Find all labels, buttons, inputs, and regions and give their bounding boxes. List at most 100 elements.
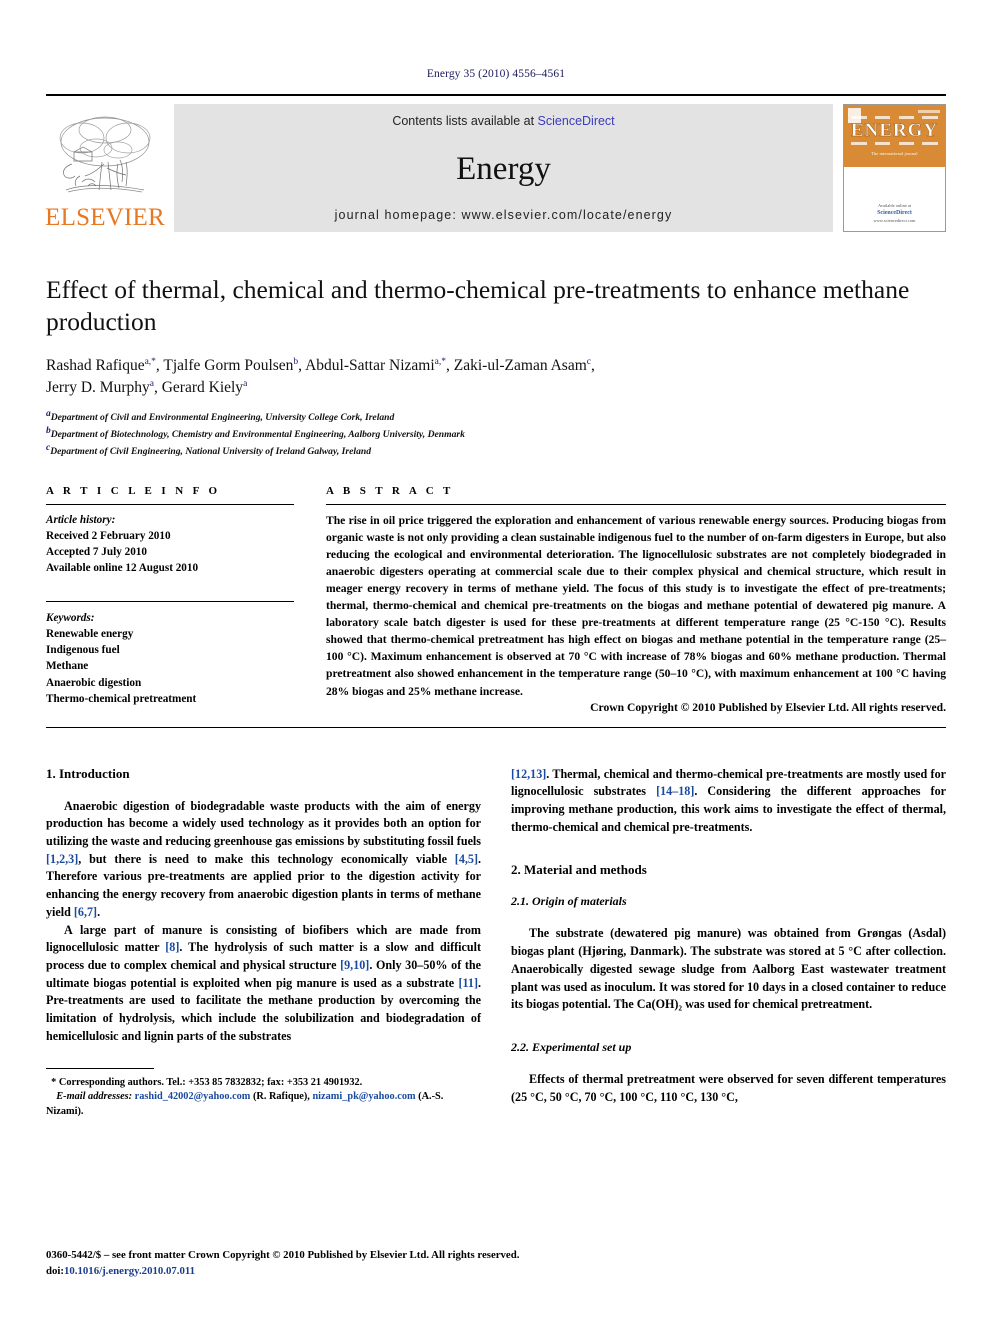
running-head: Energy 35 (2010) 4556–4561 [426,68,566,80]
citation-ref[interactable]: [1,2,3] [46,852,78,866]
affiliation-b: bDepartment of Biotechnology, Chemistry … [46,425,946,442]
cover-body: Available online at ScienceDirect www.sc… [844,167,945,231]
email-link-2[interactable]: nizami_pk@yahoo.com [312,1091,415,1102]
abstract-heading: A B S T R A C T [326,484,454,497]
elsevier-tree-icon [59,116,151,193]
history-online: Available online 12 August 2010 [46,562,199,575]
keywords-label: Keywords: [46,611,95,624]
author-name: Abdul-Sattar Nizami [305,357,435,375]
intro-paragraph-2: A large part of manure is consisting of … [46,922,481,1046]
abstract-column: A B S T R A C T The rise in oil price tr… [326,485,946,714]
corresponding-author-note: * Corresponding authors. Tel.: +353 85 7… [46,1076,481,1091]
paper-title: Effect of thermal, chemical and thermo-c… [46,275,910,337]
author-affiliation-marker: a [243,379,248,390]
author-name: Tjalfe Gorm Poulsen [163,357,294,375]
divider [46,503,294,505]
divider [326,503,946,505]
footnote-star: * [51,1076,57,1088]
text-run: Anaerobic digestion of biodegradable was… [46,798,481,849]
citation-ref[interactable]: [6,7] [74,905,97,919]
author-name: Rashad Rafique [46,357,145,375]
citation-ref[interactable]: [11] [458,976,477,990]
author-name: Jerry D. Murphy [46,379,150,397]
text-run: . [97,904,101,919]
author-list: Rashad Rafiquea,*, Tjalfe Gorm Poulsenb,… [46,355,946,399]
abstract-copyright: Crown Copyright © 2010 Published by Else… [590,700,946,714]
cover-elsevier-mark-icon [848,108,861,123]
author-affiliation-marker: a,* [144,357,156,368]
citation-ref[interactable]: [8] [165,940,179,954]
intro-paragraph-1: Anaerobic digestion of biodegradable was… [46,798,481,922]
footnote-block: * Corresponding authors. Tel.: +353 85 7… [46,1067,481,1120]
affiliation-text: Department of Civil and Environmental En… [50,412,395,424]
affiliation-c: cDepartment of Civil Engineering, Nation… [46,442,946,459]
author-line-2: Jerry D. Murphya, Gerard Kielya [46,379,248,397]
heading-experimental-setup: 2.2. Experimental set up [511,1040,632,1054]
heading-origin-of-materials: 2.1. Origin of materials [511,894,627,909]
author-name: Gerard Kiely [161,379,244,397]
contents-prefix: Contents lists available at [392,114,535,128]
cover-top-band: ENERGY The international journal [844,105,945,167]
journal-homepage-link[interactable]: journal homepage: www.elsevier.com/locat… [335,208,673,222]
cover-footer: Available online at ScienceDirect www.sc… [844,203,945,225]
keyword-item: Renewable energy [46,627,134,640]
doi-line: doi:10.1016/j.energy.2010.07.011 [46,1263,519,1279]
affiliation-list: aDepartment of Civil and Environmental E… [46,408,946,458]
cover-footer-line3: www.sciencedirect.com [873,218,916,224]
author-affiliation-marker: b [293,357,299,368]
affiliation-text: Department of Biotechnology, Chemistry a… [50,429,465,441]
email-owner-1: (R. Rafique), [252,1091,310,1103]
journal-cover-thumbnail: ENERGY The international journal Availab… [843,104,946,232]
cover-sciencedirect-logo: ScienceDirect [877,210,912,217]
author-affiliation-marker: c [586,357,591,368]
citation-ref[interactable]: [14–18] [656,784,694,798]
keyword-item: Anaerobic digestion [46,676,142,689]
citation-ref[interactable]: [12,13] [511,767,546,781]
body-right-column: [12,13]. Thermal, chemical and thermo-ch… [511,766,946,1120]
divider [46,600,294,602]
text-run: , but there is need to make this technol… [78,851,455,866]
cover-subtitle: The international journal [871,151,918,156]
email-note: E-mail addresses: rashid_42002@yahoo.com… [46,1090,481,1119]
contents-available-line: Contents lists available at ScienceDirec… [392,114,614,128]
keyword-item: Methane [46,660,89,673]
origin-of-materials-paragraph: The substrate (dewatered pig manure) was… [511,926,946,1012]
history-received: Received 2 February 2010 [46,529,171,542]
corresponding-author-text: Corresponding authors. Tel.: +353 85 783… [58,1076,363,1088]
intro-paragraph-2-continued: [12,13]. Thermal, chemical and thermo-ch… [511,766,946,837]
keywords-group: Keywords: Renewable energy Indigenous fu… [46,600,294,707]
author-affiliation-marker: a,* [434,357,446,368]
page-footer: 0360-5442/$ – see front matter Crown Cop… [46,1247,519,1279]
elsevier-wordmark: ELSEVIER [45,204,165,231]
history-accepted: Accepted 7 July 2010 [46,546,147,559]
info-and-abstract: A R T I C L E I N F O Article history: R… [46,485,946,714]
cover-footer-line1: Available online at [877,202,912,208]
cover-rule-top [851,116,938,119]
keyword-item: Thermo-chemical pretreatment [46,692,197,705]
journal-masthead: ELSEVIER Contents lists available at Sci… [45,94,946,232]
author-line-1: Rashad Rafiquea,*, Tjalfe Gorm Poulsenb,… [46,357,595,375]
abstract-text: The rise in oil price triggered the expl… [326,513,946,698]
doi-link[interactable]: 10.1016/j.energy.2010.07.011 [64,1265,195,1277]
cover-title: ENERGY [850,120,939,141]
author-name: Zaki-ul-Zaman Asam [453,357,587,375]
heading-introduction: 1. Introduction [46,765,130,781]
affiliation-a: aDepartment of Civil and Environmental E… [46,408,946,425]
citation-ref[interactable]: [4,5] [455,852,478,866]
divider [46,726,946,728]
citation-ref[interactable]: [9,10] [340,958,369,972]
issn-copyright-line: 0360-5442/$ – see front matter Crown Cop… [46,1248,520,1261]
doi-label: doi: [46,1264,64,1277]
article-history-label: Article history: [46,513,116,526]
heading-material-and-methods: 2. Material and methods [511,862,647,878]
email-link-1[interactable]: rashid_42002@yahoo.com [135,1091,251,1102]
journal-title: Energy [456,150,551,187]
footnote-divider [46,1067,154,1069]
cover-issue-mark [918,110,940,113]
body-left-column: 1. Introduction Anaerobic digestion of b… [46,766,481,1120]
article-info-heading: A R T I C L E I N F O [46,484,221,497]
sciencedirect-link[interactable]: ScienceDirect [538,114,615,128]
author-affiliation-marker: a [149,379,154,390]
title-block: Effect of thermal, chemical and thermo-c… [46,274,946,459]
paper-page: Energy 35 (2010) 4556–4561 ELSEVIER Cont… [0,0,992,1323]
